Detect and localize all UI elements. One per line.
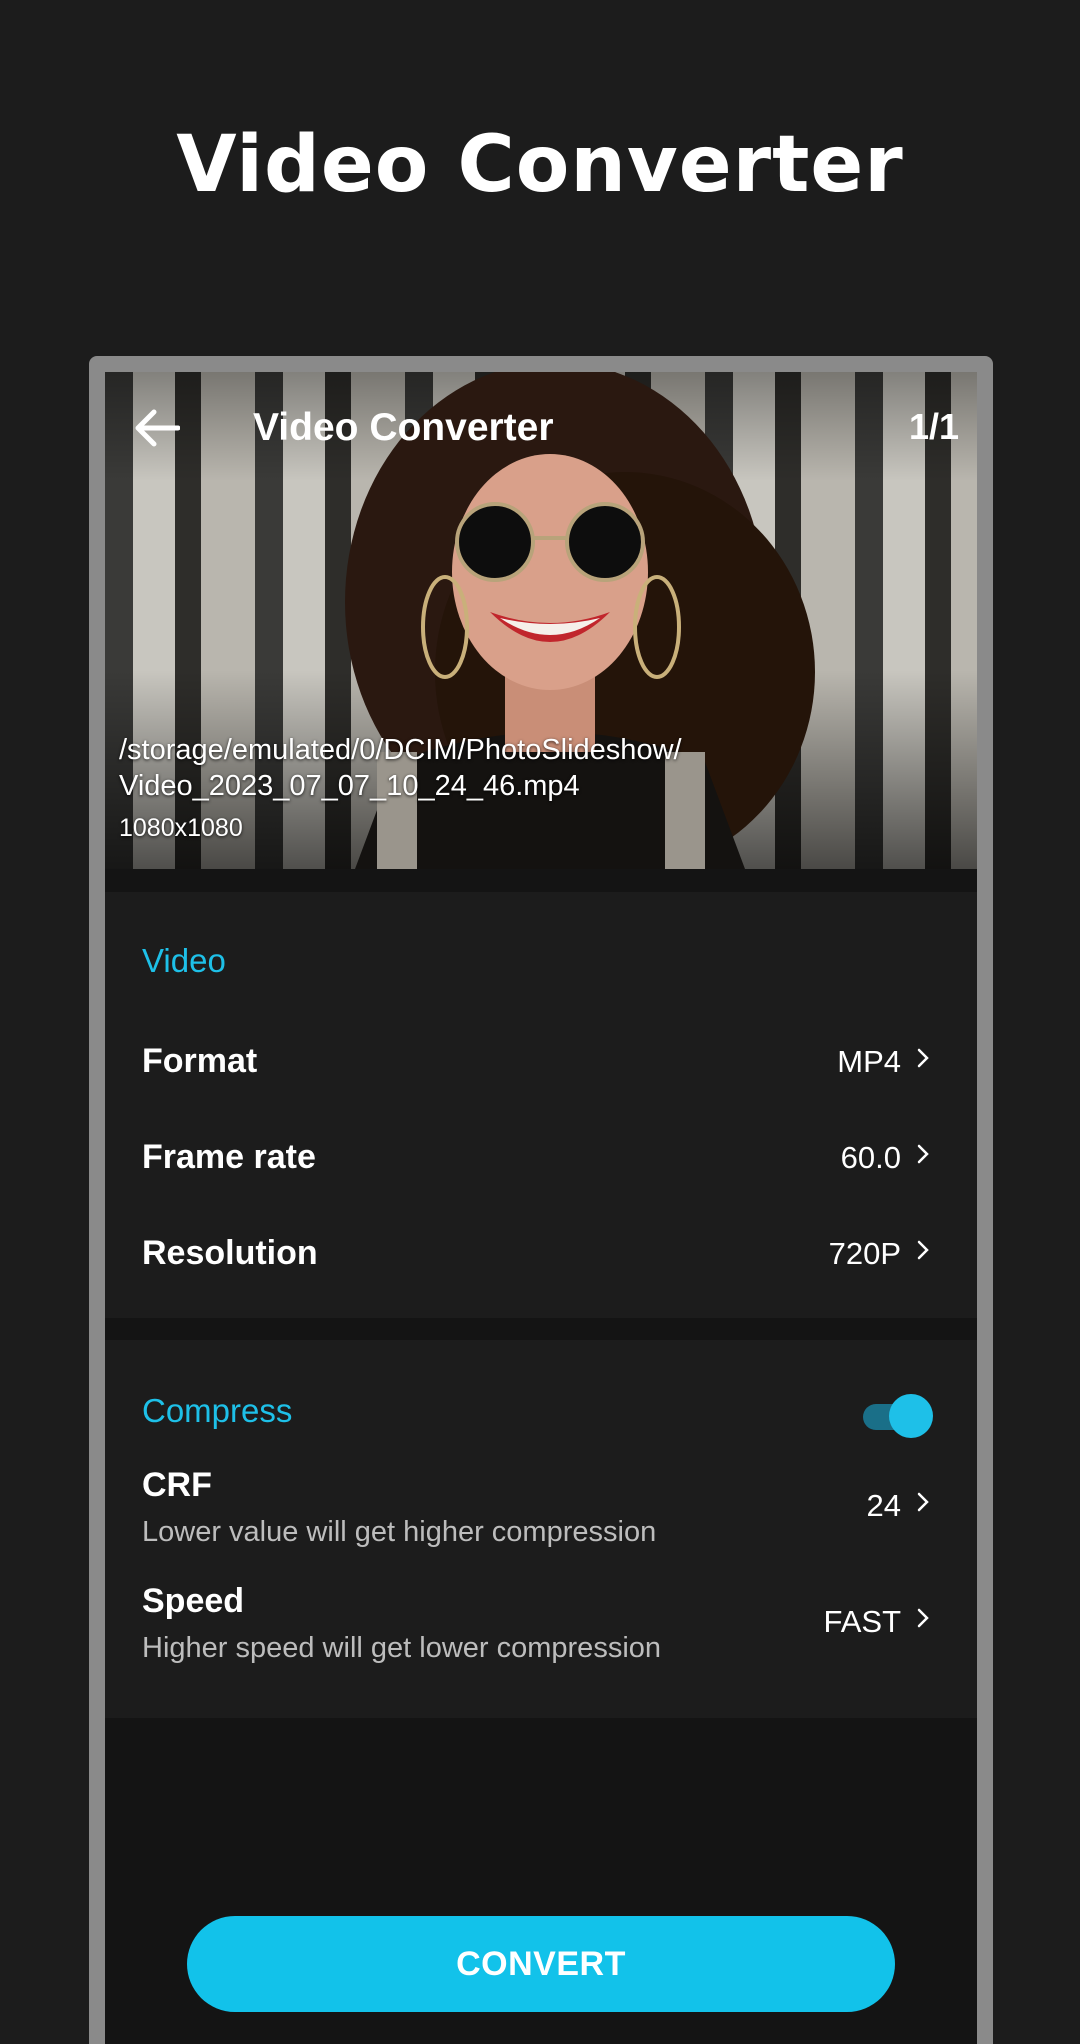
video-section: Video Format MP4 Frame rate 60.0 Resolut… <box>105 892 977 1318</box>
crf-label: CRF <box>142 1466 212 1504</box>
app-bar-title: Video Converter <box>253 406 554 449</box>
speed-row[interactable]: Speed Higher speed will get lower compre… <box>105 1582 977 1694</box>
compress-toggle[interactable] <box>863 1394 933 1438</box>
file-info: /storage/emulated/0/DCIM/PhotoSlideshow/… <box>119 732 959 843</box>
app-screen: Video Converter 1/1 /storage/emulated/0/… <box>105 372 977 2044</box>
compress-section: Compress CRF Lower value will get higher… <box>105 1340 977 1718</box>
crf-row[interactable]: CRF Lower value will get higher compress… <box>105 1466 977 1578</box>
speed-label: Speed <box>142 1582 245 1620</box>
crf-value: 24 <box>866 1488 901 1523</box>
frame-rate-value: 60.0 <box>840 1140 901 1175</box>
phone-frame: Video Converter 1/1 /storage/emulated/0/… <box>89 356 993 2044</box>
file-path-directory: /storage/emulated/0/DCIM/PhotoSlideshow/ <box>119 734 682 766</box>
speed-description: Higher speed will get lower compression <box>142 1632 662 1664</box>
chevron-right-icon <box>913 1608 933 1628</box>
speed-value: FAST <box>823 1604 901 1639</box>
file-resolution: 1080x1080 <box>119 814 243 842</box>
format-row[interactable]: Format MP4 <box>105 1012 977 1108</box>
resolution-row[interactable]: Resolution 720P <box>105 1204 977 1300</box>
format-value: MP4 <box>837 1044 901 1079</box>
promo-title: Video Converter <box>176 120 904 210</box>
video-section-header: Video <box>142 942 226 979</box>
file-path-filename: Video_2023_07_07_10_24_46.mp4 <box>119 770 580 802</box>
video-preview[interactable]: Video Converter 1/1 /storage/emulated/0/… <box>105 372 977 869</box>
convert-button[interactable]: CONVERT <box>187 1916 895 2012</box>
arrow-left-icon <box>135 409 180 447</box>
crf-description: Lower value will get higher compression <box>142 1516 657 1548</box>
frame-rate-label: Frame rate <box>142 1138 316 1176</box>
chevron-right-icon <box>913 1144 933 1164</box>
chevron-right-icon <box>913 1048 933 1068</box>
chevron-right-icon <box>913 1492 933 1512</box>
app-bar: Video Converter 1/1 <box>105 372 977 482</box>
compress-section-header: Compress <box>142 1392 293 1429</box>
back-button[interactable] <box>131 402 183 454</box>
page-counter: 1/1 <box>908 406 959 447</box>
chevron-right-icon <box>913 1240 933 1260</box>
toggle-thumb <box>889 1394 933 1438</box>
file-path: /storage/emulated/0/DCIM/PhotoSlideshow/… <box>119 732 959 804</box>
format-label: Format <box>142 1042 258 1080</box>
resolution-value: 720P <box>828 1236 901 1271</box>
frame-rate-row[interactable]: Frame rate 60.0 <box>105 1108 977 1204</box>
resolution-label: Resolution <box>142 1234 318 1272</box>
